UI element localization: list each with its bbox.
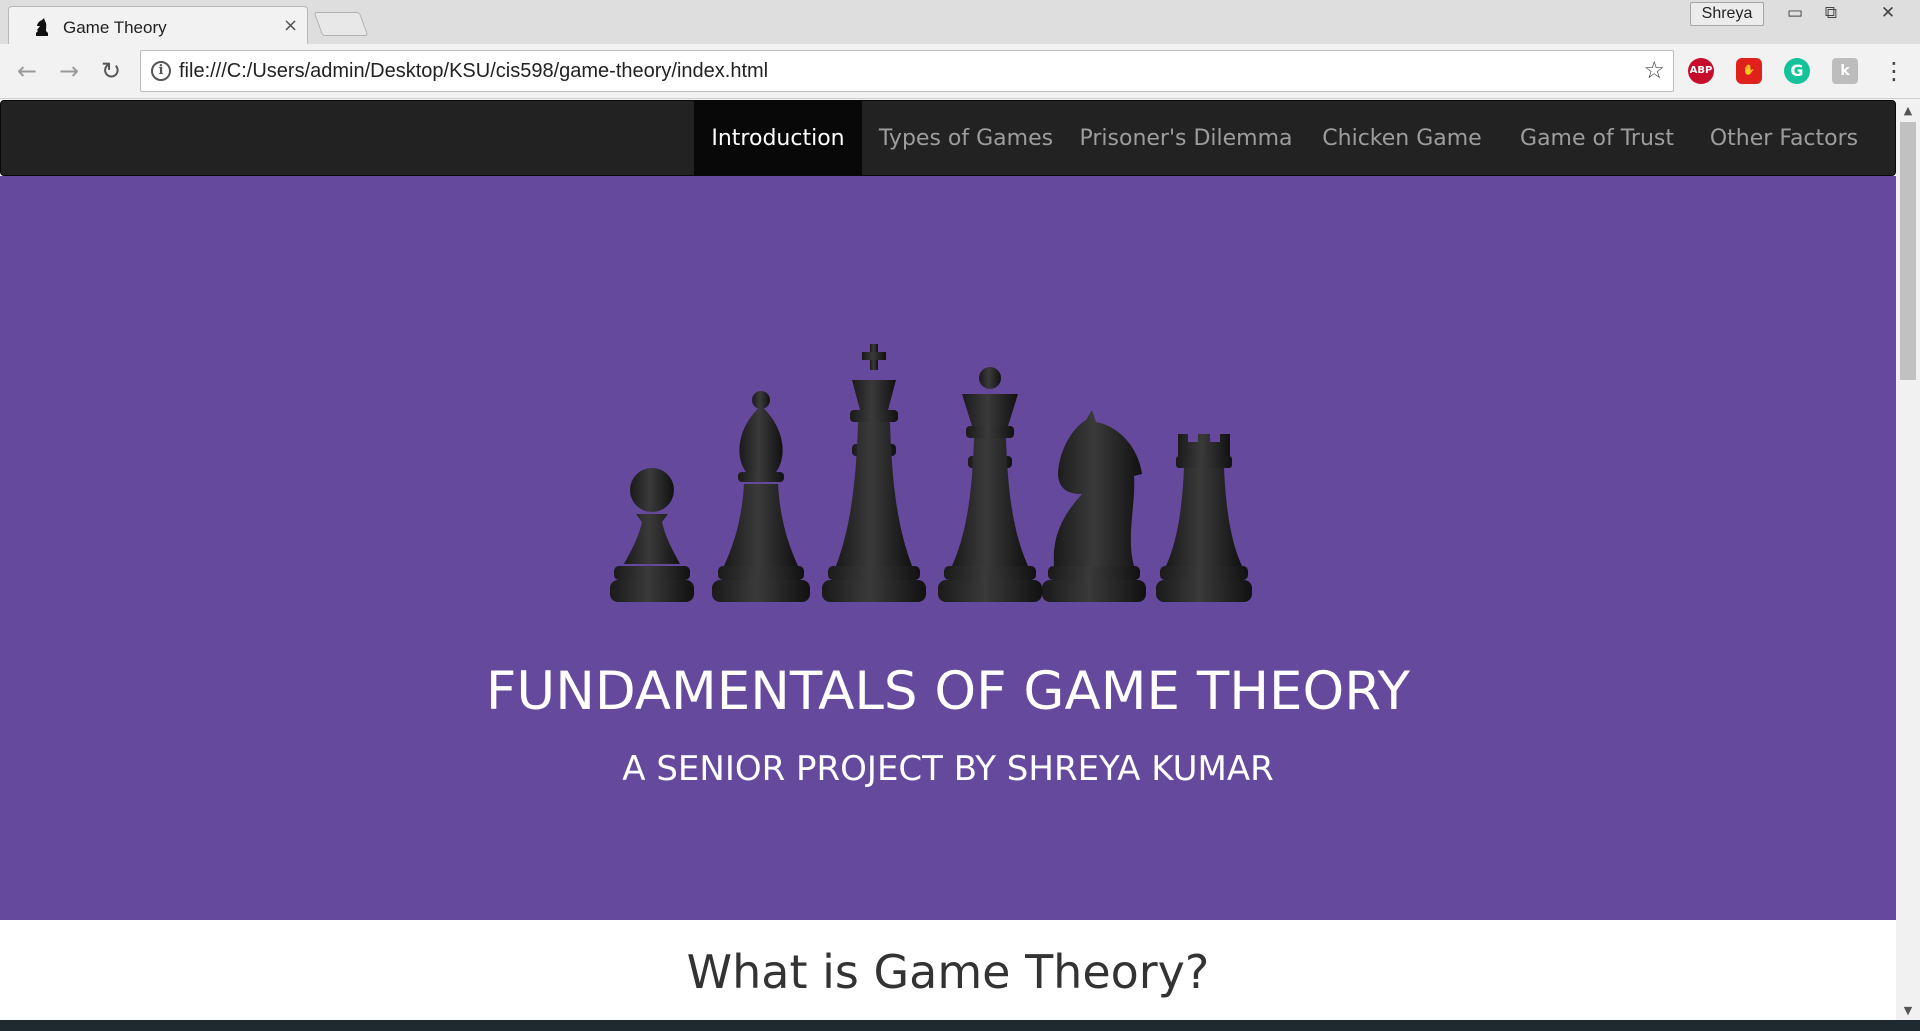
chess-knight-favicon-icon bbox=[36, 18, 48, 36]
reload-icon[interactable]: ↻ bbox=[96, 56, 126, 86]
tab-close-icon[interactable]: × bbox=[283, 15, 298, 36]
king-icon bbox=[822, 344, 926, 602]
close-window-icon[interactable]: ✕ bbox=[1860, 0, 1916, 26]
page-viewport: Introduction Types of Games Prisoner's D… bbox=[0, 100, 1896, 1020]
url-text[interactable]: file:///C:/Users/admin/Desktop/KSU/cis59… bbox=[179, 60, 768, 83]
hero-banner: FUNDAMENTALS OF GAME THEORY A SENIOR PRO… bbox=[0, 176, 1896, 920]
browser-menu-icon[interactable]: ⋮ bbox=[1882, 56, 1906, 86]
hero-subtitle: A SENIOR PROJECT BY SHREYA KUMAR bbox=[622, 749, 1274, 789]
extension-k-icon[interactable]: k bbox=[1832, 58, 1858, 84]
forward-arrow-icon[interactable]: → bbox=[54, 56, 84, 86]
knight-icon bbox=[1042, 410, 1146, 602]
browser-toolbar: ← → ↻ i file:///C:/Users/admin/Desktop/K… bbox=[0, 44, 1920, 99]
info-icon[interactable]: i bbox=[151, 61, 171, 81]
scroll-up-arrow-icon[interactable]: ▲ bbox=[1896, 104, 1920, 118]
bishop-icon bbox=[712, 391, 810, 602]
stop-extension-icon[interactable]: ✋ bbox=[1736, 58, 1762, 84]
browser-titlebar: Game Theory × Shreya ▭ ⧉ ✕ bbox=[0, 0, 1920, 44]
rook-icon bbox=[1156, 434, 1252, 602]
minimize-icon[interactable]: ▭ bbox=[1775, 0, 1815, 26]
browser-tab[interactable]: Game Theory × bbox=[8, 6, 308, 44]
pawn-icon bbox=[610, 468, 694, 602]
tab-title: Game Theory bbox=[63, 18, 167, 37]
nav-introduction[interactable]: Introduction bbox=[694, 101, 862, 177]
bookmark-star-icon[interactable]: ☆ bbox=[1643, 56, 1665, 84]
nav-chicken-game[interactable]: Chicken Game bbox=[1313, 101, 1491, 177]
queen-icon bbox=[938, 367, 1042, 602]
address-bar[interactable]: i file:///C:/Users/admin/Desktop/KSU/cis… bbox=[140, 50, 1674, 92]
nav-types-of-games[interactable]: Types of Games bbox=[873, 101, 1059, 177]
grammarly-icon[interactable]: G bbox=[1784, 58, 1810, 84]
new-tab-button[interactable] bbox=[313, 12, 369, 36]
chess-pieces-image bbox=[610, 344, 1252, 602]
section-heading: What is Game Theory? bbox=[686, 945, 1210, 999]
back-arrow-icon[interactable]: ← bbox=[12, 56, 42, 86]
page-scrollbar[interactable]: ▲ ▼ bbox=[1896, 100, 1920, 1020]
profile-button[interactable]: Shreya bbox=[1690, 2, 1764, 26]
nav-prisoners-dilemma[interactable]: Prisoner's Dilemma bbox=[1079, 101, 1293, 177]
nav-game-of-trust[interactable]: Game of Trust bbox=[1511, 101, 1683, 177]
scroll-thumb[interactable] bbox=[1900, 122, 1916, 380]
scroll-down-arrow-icon[interactable]: ▼ bbox=[1896, 1004, 1920, 1018]
hero-title: FUNDAMENTALS OF GAME THEORY bbox=[485, 661, 1411, 722]
restore-icon[interactable]: ⧉ bbox=[1811, 0, 1851, 26]
nav-other-factors[interactable]: Other Factors bbox=[1701, 101, 1867, 177]
site-navbar: Introduction Types of Games Prisoner's D… bbox=[0, 100, 1896, 177]
os-taskbar bbox=[0, 1020, 1920, 1031]
adblock-plus-icon[interactable]: ABP bbox=[1688, 58, 1714, 84]
